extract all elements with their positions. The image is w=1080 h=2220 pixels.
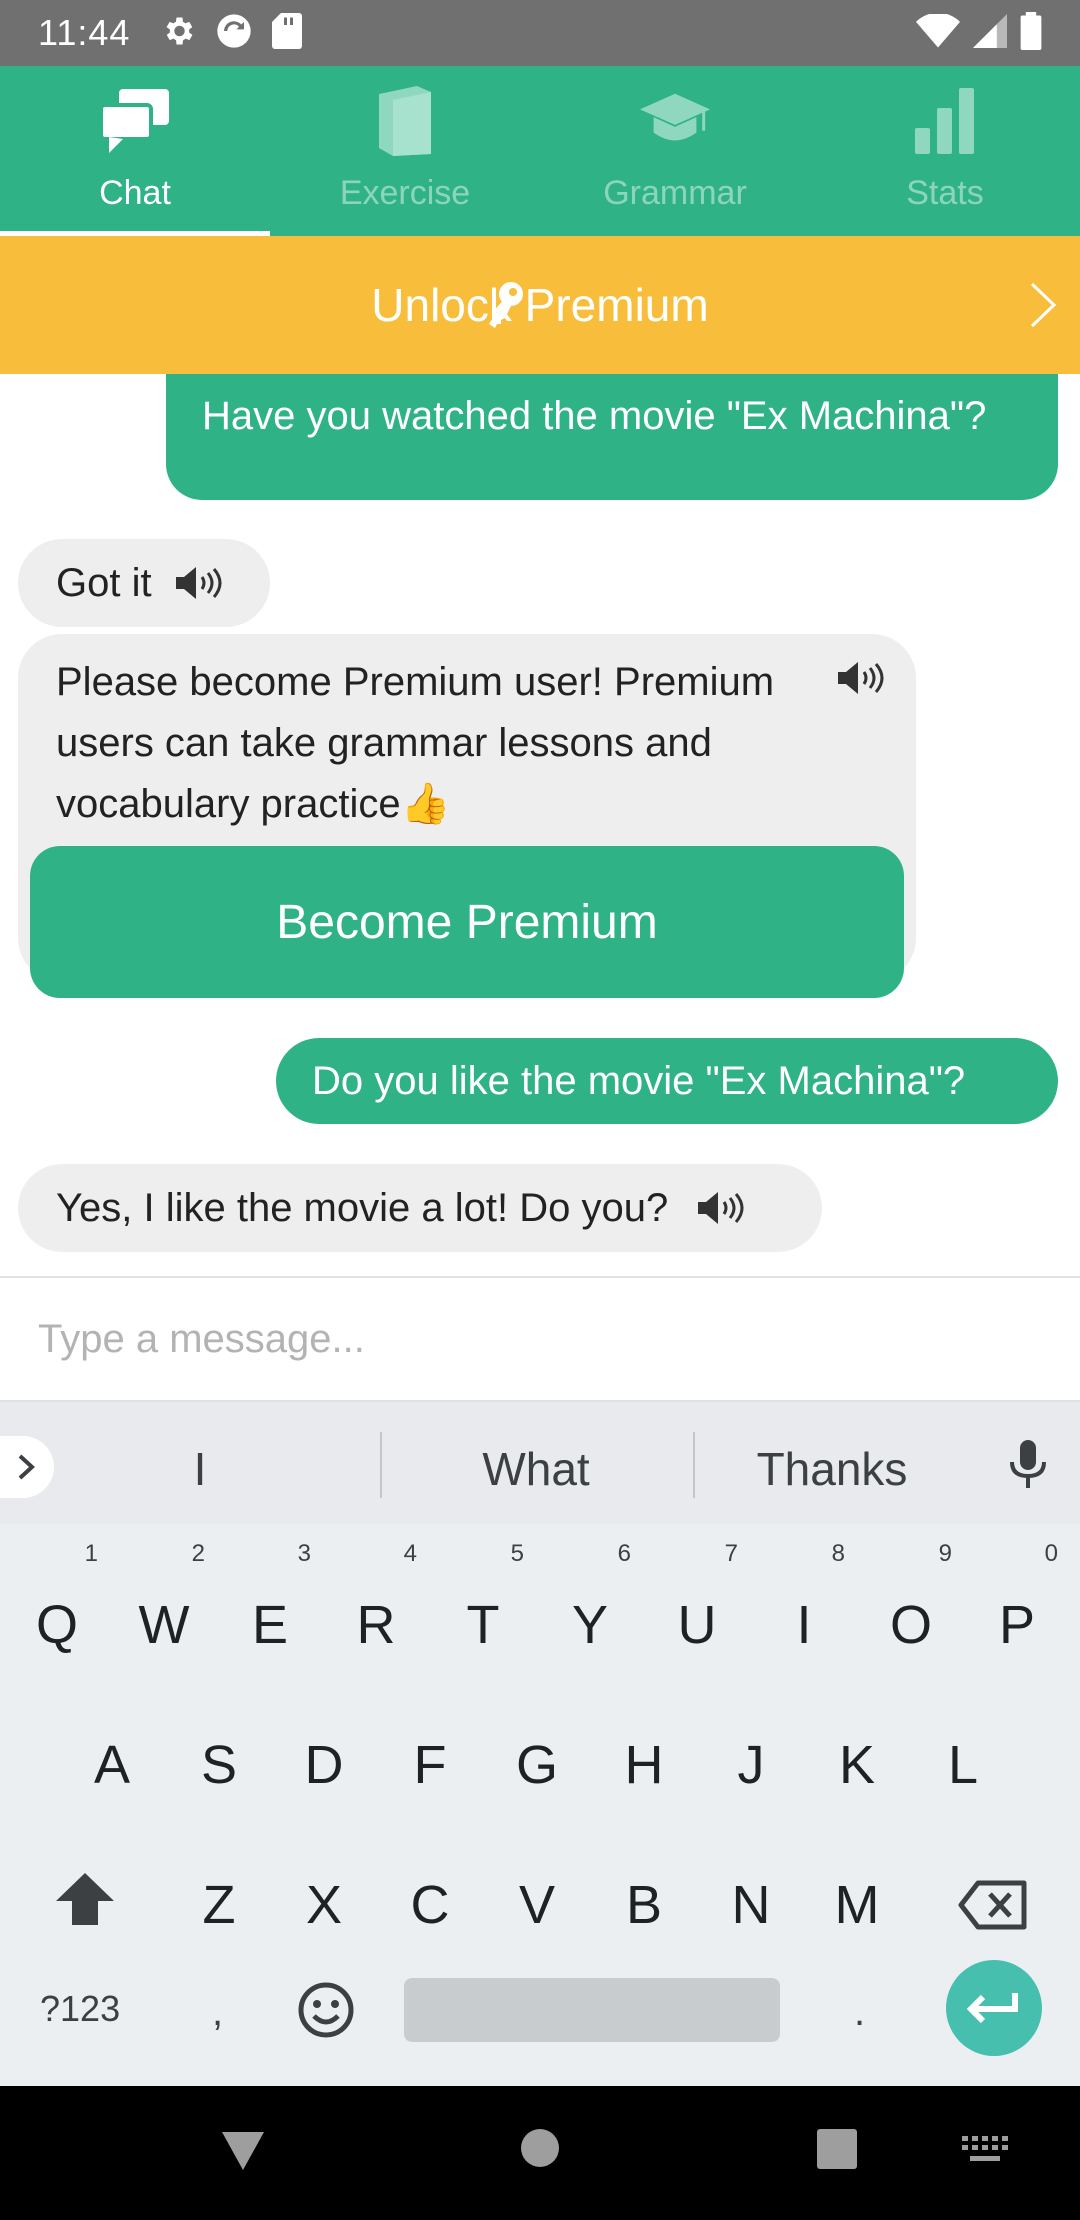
chat-messages: Have you watched the movie "Ex Machina"?… [0,374,1080,1276]
key-z[interactable]: Z [174,1850,264,1960]
key-l[interactable]: L [918,1710,1008,1820]
key-q[interactable]: Q1 [12,1542,102,1680]
emoji-key[interactable] [290,1974,362,2046]
message-text: Have you watched the movie "Ex Machina"? [202,394,987,438]
sync-icon [214,11,254,56]
key-g[interactable]: G [492,1710,582,1820]
cell-signal-icon [972,13,1008,53]
tab-chat[interactable]: Chat [0,66,270,236]
tab-stats[interactable]: Stats [810,66,1080,236]
key-h[interactable]: H [599,1710,689,1820]
user-message: Do you like the movie "Ex Machina"? [276,1038,1058,1124]
unlock-premium-banner[interactable]: Unlock Premium [0,236,1080,374]
key-icon [487,250,577,360]
tab-label: Chat [99,174,171,212]
key-p[interactable]: P0 [972,1542,1062,1680]
key-m[interactable]: M [812,1850,902,1960]
comma-key[interactable]: , [212,1990,223,2035]
keyboard-switch-icon[interactable] [962,2136,1008,2164]
book-icon [370,86,440,156]
message-text: Yes, I like the movie a lot! Do you? [56,1185,669,1230]
key-v[interactable]: V [492,1850,582,1960]
message-input[interactable] [38,1316,1018,1362]
tab-grammar[interactable]: Grammar [540,66,810,236]
tab-label: Grammar [603,174,747,212]
key-i[interactable]: I8 [759,1542,849,1680]
bar-chart-icon [910,86,980,156]
key-x[interactable]: X [279,1850,369,1960]
user-message: Have you watched the movie "Ex Machina"? [166,374,1058,500]
key-c[interactable]: C [385,1850,475,1960]
key-f[interactable]: F [385,1710,475,1820]
tab-label: Exercise [339,174,471,212]
key-n[interactable]: N [706,1850,796,1960]
backspace-key[interactable] [948,1850,1038,1960]
suggestion-1[interactable]: I [160,1442,240,1496]
key-w[interactable]: W2 [119,1542,209,1680]
top-nav: Chat Exercise Grammar Stats [0,66,1080,236]
bot-premium-message: Please become Premium user! Premium user… [18,634,916,998]
speaker-icon[interactable] [174,563,224,603]
become-premium-button[interactable]: Become Premium [30,846,904,998]
microphone-icon[interactable] [1006,1440,1050,1495]
tab-exercise[interactable]: Exercise [270,66,540,236]
home-circle-icon[interactable] [520,2128,560,2168]
wifi-icon [916,12,960,53]
speaker-icon[interactable] [696,1188,746,1228]
suggestion-bar: I What Thanks [0,1400,1080,1524]
system-nav-bar [0,2086,1080,2220]
become-premium-label: Become Premium [276,895,658,949]
message-composer [0,1276,1080,1400]
message-text: Got it [56,560,152,605]
soft-keyboard: I What Thanks Q1 W2 E3 R4 T5 Y6 U7 I8 O9… [0,1400,1080,2086]
status-bar: 11:44 [0,0,1080,66]
period-key[interactable]: . [854,1990,865,2035]
shift-key[interactable] [40,1844,130,1954]
graduation-cap-icon [640,86,710,156]
symbols-key[interactable]: ?123 [40,1988,120,2030]
key-d[interactable]: D [279,1710,369,1820]
key-r[interactable]: R4 [331,1542,421,1680]
key-b[interactable]: B [599,1850,689,1960]
bot-message: Got it [18,539,270,627]
speaker-icon[interactable] [836,658,886,698]
suggestion-divider [693,1432,695,1498]
battery-icon [1020,11,1042,55]
key-t[interactable]: T5 [438,1542,528,1680]
bot-message: Yes, I like the movie a lot! Do you? [18,1164,822,1252]
message-text: Please become Premium user! Premium user… [56,660,775,826]
suggestion-3[interactable]: Thanks [714,1442,950,1496]
spacebar[interactable] [404,1978,780,2042]
recents-square-icon[interactable] [816,2128,858,2170]
status-time: 11:44 [38,12,131,53]
key-k[interactable]: K [812,1710,902,1820]
tab-label: Stats [906,174,984,212]
key-e[interactable]: E3 [225,1542,315,1680]
expand-suggestions-button[interactable] [0,1436,54,1498]
settings-gear-icon [160,13,196,54]
sd-card-icon [272,12,303,54]
message-text: Do you like the movie "Ex Machina"? [312,1059,966,1103]
chat-bubbles-icon [100,86,170,156]
back-triangle-icon[interactable] [220,2128,266,2174]
suggestion-2[interactable]: What [400,1442,672,1496]
key-u[interactable]: U7 [652,1542,742,1680]
key-s[interactable]: S [174,1710,264,1820]
chevron-right-icon [1028,280,1058,341]
key-j[interactable]: J [706,1710,796,1820]
key-a[interactable]: A [67,1710,157,1820]
enter-key[interactable] [946,1960,1042,2056]
key-o[interactable]: O9 [866,1542,956,1680]
suggestion-divider [380,1432,382,1498]
key-y[interactable]: Y6 [545,1542,635,1680]
